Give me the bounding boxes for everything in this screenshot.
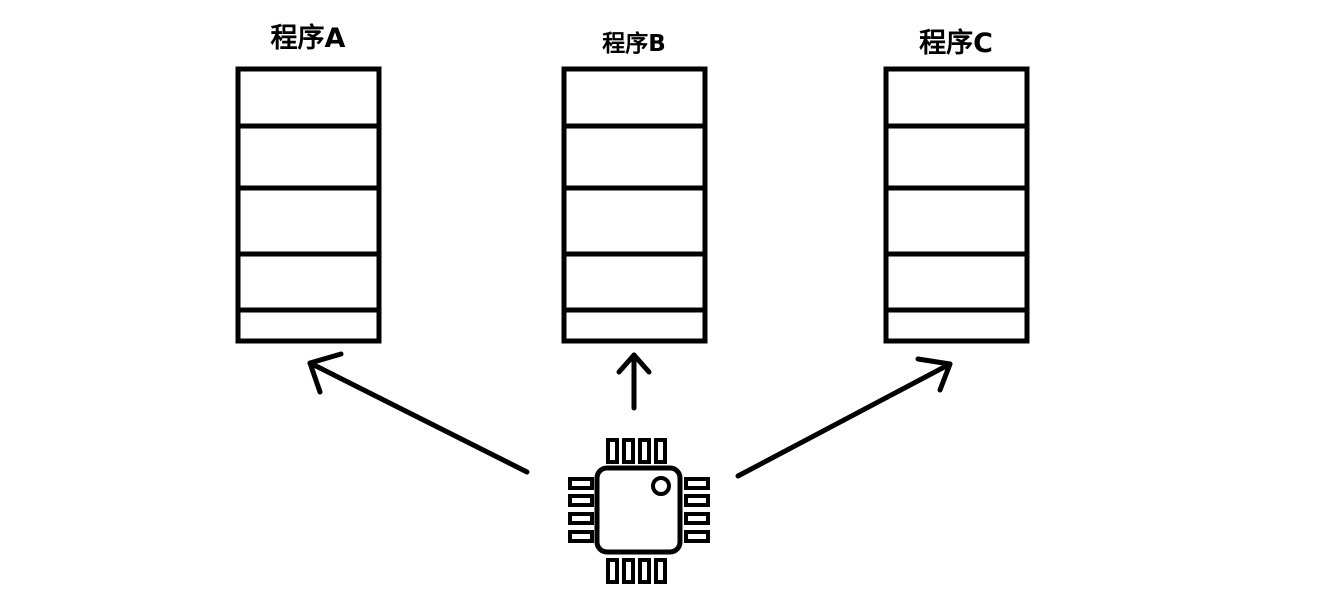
- program-a-stack: [235, 66, 382, 344]
- cpu-chip-icon: [568, 438, 710, 584]
- program-a-frame: [235, 66, 382, 344]
- arrow-to-program-b: [616, 352, 652, 411]
- program-c-frame: [883, 66, 1030, 344]
- program-b-stack: [561, 66, 708, 344]
- program-b-frame: [561, 66, 708, 344]
- program-c-stack: [883, 66, 1030, 344]
- diagram-canvas: [235, 66, 1030, 584]
- arrow-to-program-a: [307, 351, 530, 475]
- arrow-to-program-c: [735, 356, 953, 479]
